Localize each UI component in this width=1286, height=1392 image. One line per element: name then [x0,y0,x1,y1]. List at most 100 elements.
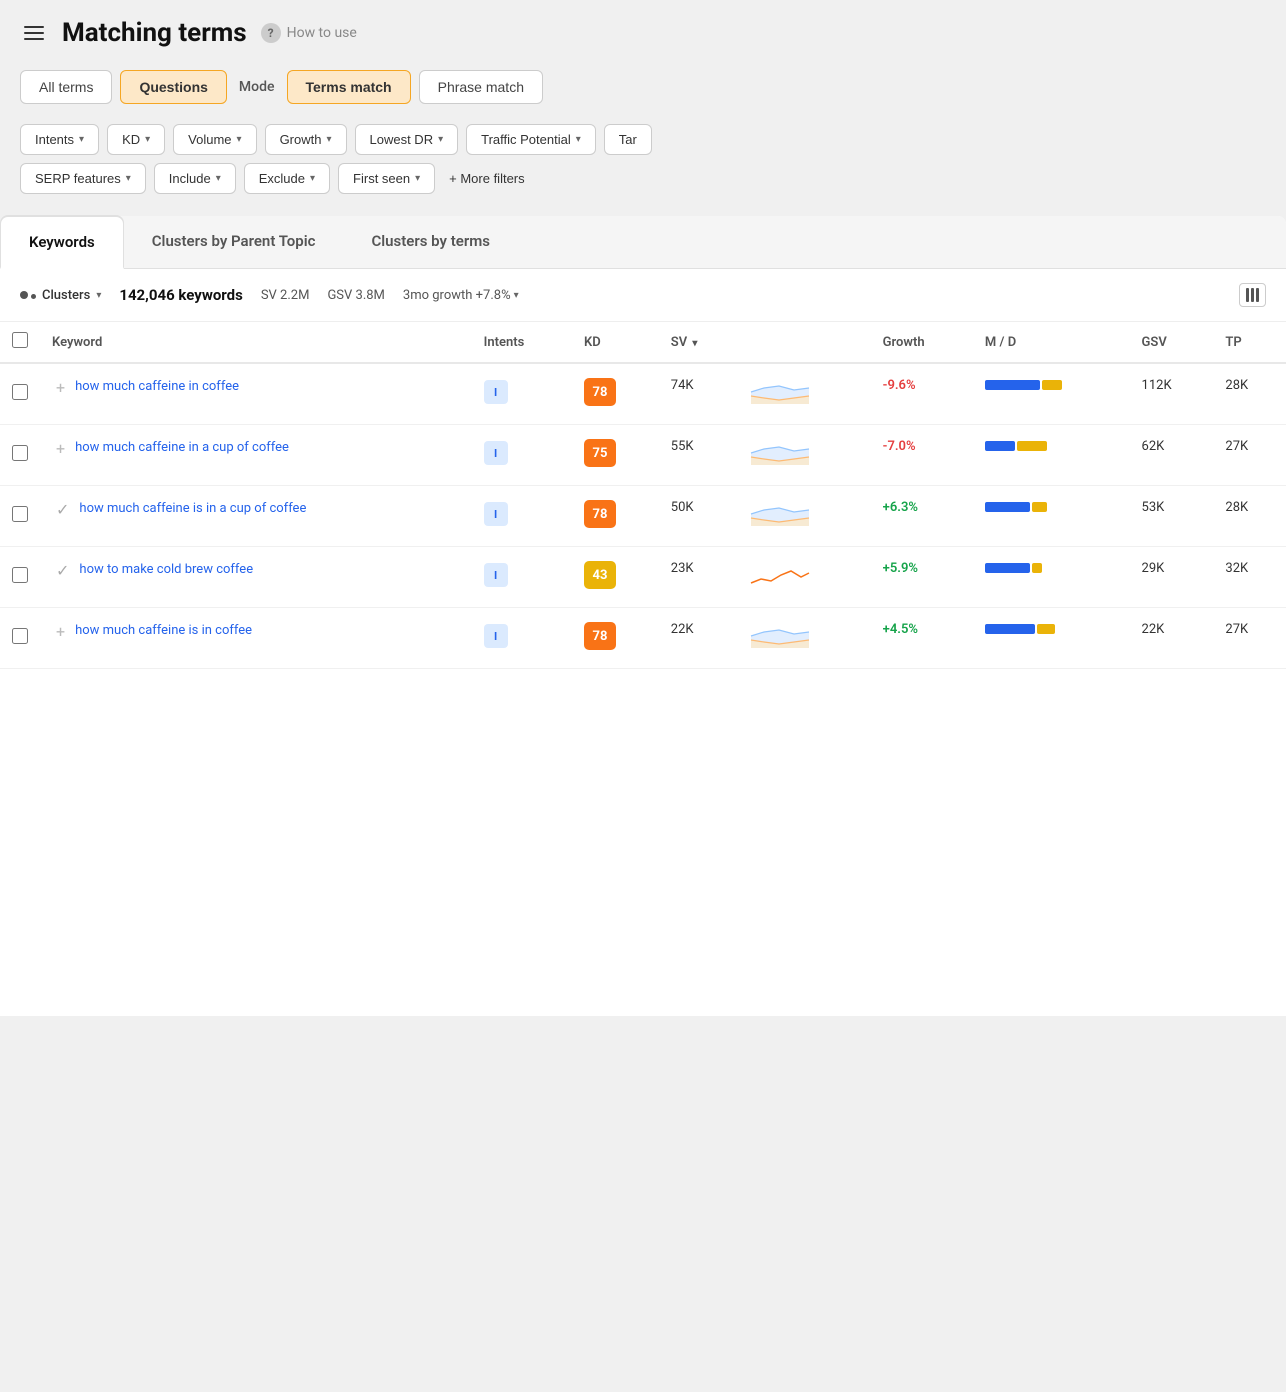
chevron-down-icon: ▾ [126,173,131,184]
intent-badge: I [484,624,508,648]
tab-questions[interactable]: Questions [120,70,226,104]
table-row: + how much caffeine is in coffee I7822K … [0,608,1286,669]
help-icon: ? [261,23,281,43]
chevron-down-icon: ▾ [576,134,581,145]
gsv-stat: GSV 3.8M [327,288,384,303]
columns-button[interactable] [1239,283,1266,307]
growth-badge[interactable]: 3mo growth +7.8% ▾ [403,288,519,303]
table-row: ✓ how much caffeine is in a cup of coffe… [0,486,1286,547]
tab-terms-match[interactable]: Terms match [287,70,411,104]
tab-clusters-parent[interactable]: Clusters by Parent Topic [124,216,344,268]
keyword-link[interactable]: how to make cold brew coffee [79,561,253,579]
filter-row-2: SERP features ▾ Include ▾ Exclude ▾ Firs… [20,163,1266,194]
filter-kd[interactable]: KD ▾ [107,124,165,155]
keyword-cell: + how much caffeine in a cup of coffee [40,425,472,486]
intent-cell: I [472,608,572,669]
tab-phrase-match[interactable]: Phrase match [419,70,543,104]
chart-cell [737,425,870,486]
tp-cell: 32K [1213,547,1286,608]
filter-traffic-potential[interactable]: Traffic Potential ▾ [466,124,596,155]
md-bar [985,561,1118,575]
clusters-icon [20,291,36,299]
gsv-cell: 112K [1130,363,1214,425]
filter-intents[interactable]: Intents ▾ [20,124,99,155]
tab-clusters-terms[interactable]: Clusters by terms [343,216,518,268]
row-checkbox[interactable] [12,445,28,461]
keyword-cell: + how much caffeine in coffee [40,363,472,425]
kd-badge: 78 [584,378,616,406]
md-bar [985,622,1118,636]
row-checkbox[interactable] [12,506,28,522]
growth-value: +5.9% [883,561,918,576]
growth-value: +4.5% [883,622,918,637]
filter-first-seen[interactable]: First seen ▾ [338,163,435,194]
keyword-link[interactable]: how much caffeine in coffee [75,378,239,396]
clusters-button[interactable]: Clusters ▾ [20,288,101,303]
gsv-cell: 22K [1130,608,1214,669]
table-row: + how much caffeine in a cup of coffee I… [0,425,1286,486]
md-bar [985,500,1118,514]
menu-button[interactable] [20,22,48,44]
keyword-link[interactable]: how much caffeine in a cup of coffee [75,439,289,457]
md-blue-bar [985,380,1040,390]
intent-badge: I [484,502,508,526]
select-all-checkbox[interactable] [12,332,28,348]
md-blue-bar [985,502,1030,512]
kd-badge: 78 [584,500,616,528]
intent-cell: I [472,363,572,425]
keywords-table-wrap: Keyword Intents KD SV ▾ Growth M / D GSV… [0,322,1286,669]
growth-value: -7.0% [883,439,916,454]
kd-cell: 78 [572,608,659,669]
keyword-link[interactable]: how much caffeine is in a cup of coffee [79,500,306,518]
kd-cell: 78 [572,486,659,547]
filter-lowest-dr[interactable]: Lowest DR ▾ [355,124,459,155]
mini-chart [749,500,811,528]
mini-chart [749,439,811,467]
growth-cell: -9.6% [871,363,973,425]
page-title: Matching terms [62,18,247,48]
main-content: Keywords Clusters by Parent Topic Cluste… [0,216,1286,1016]
md-blue-bar [985,624,1035,634]
keyword-cell: ✓ how to make cold brew coffee [40,547,472,608]
tab-all-terms[interactable]: All terms [20,70,112,104]
filter-exclude[interactable]: Exclude ▾ [244,163,330,194]
row-action-icon[interactable]: + [52,378,69,397]
md-yellow-bar [1032,502,1047,512]
kd-badge: 43 [584,561,616,589]
chevron-down-icon: ▾ [216,173,221,184]
help-link[interactable]: ? How to use [261,23,357,43]
keyword-cell: ✓ how much caffeine is in a cup of coffe… [40,486,472,547]
filter-tar[interactable]: Tar [604,124,652,155]
th-select-all[interactable] [0,322,40,363]
keyword-link[interactable]: how much caffeine is in coffee [75,622,252,640]
filter-volume[interactable]: Volume ▾ [173,124,256,155]
mode-tabs: All terms Questions Mode Terms match Phr… [0,60,1286,118]
growth-stat: 3mo growth +7.8% [403,288,511,303]
row-action-icon[interactable]: + [52,439,69,458]
row-checkbox[interactable] [12,567,28,583]
row-checkbox[interactable] [12,628,28,644]
md-blue-bar [985,441,1015,451]
row-checkbox[interactable] [12,384,28,400]
more-filters-button[interactable]: + More filters [443,163,531,194]
content-tabs: Keywords Clusters by Parent Topic Cluste… [0,216,1286,269]
tp-cell: 28K [1213,486,1286,547]
md-cell [973,608,1130,669]
th-sv[interactable]: SV ▾ [659,322,738,363]
th-tp: TP [1213,322,1286,363]
tab-keywords[interactable]: Keywords [0,216,124,269]
growth-value: +6.3% [883,500,918,515]
filter-growth[interactable]: Growth ▾ [265,124,347,155]
chevron-down-icon: ▾ [415,173,420,184]
filter-include[interactable]: Include ▾ [154,163,236,194]
clusters-chevron-icon: ▾ [96,290,101,301]
th-intents: Intents [472,322,572,363]
row-action-icon[interactable]: ✓ [52,561,73,580]
growth-cell: +6.3% [871,486,973,547]
row-action-icon[interactable]: + [52,622,69,641]
chart-cell [737,547,870,608]
th-keyword: Keyword [40,322,472,363]
filter-serp-features[interactable]: SERP features ▾ [20,163,146,194]
table-row: + how much caffeine in coffee I7874K -9.… [0,363,1286,425]
row-action-icon[interactable]: ✓ [52,500,73,519]
